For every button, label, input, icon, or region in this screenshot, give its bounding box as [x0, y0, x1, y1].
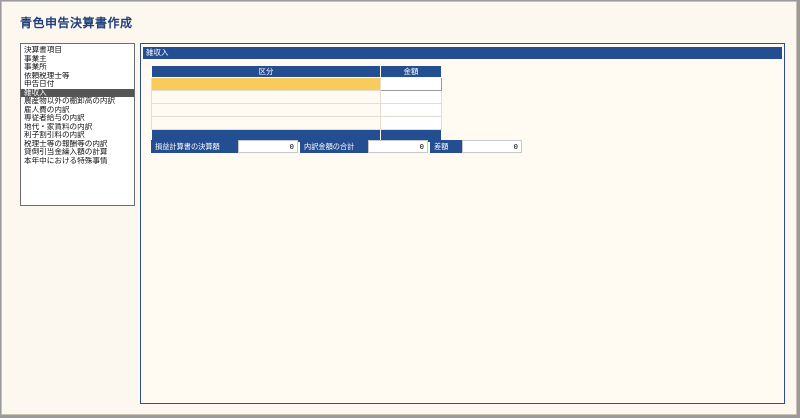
kingaku-cell[interactable] — [380, 103, 442, 117]
sidebar-item-rishi-waribiki[interactable]: 利子割引料の内訳 — [21, 131, 134, 140]
kubun-cell[interactable] — [151, 116, 381, 130]
income-table: 区分 金額 — [151, 65, 442, 143]
sidebar-item-kessansho-komoku[interactable]: 決算書項目 — [21, 46, 134, 55]
main-panel: 雑収入 区分 金額 損益計算書の決算額 0 内訳金額の合計 0 差額 0 — [140, 43, 785, 404]
sidebar-item-zeirishi-hoshu[interactable]: 税理士等の報酬等の内訳 — [21, 140, 134, 149]
table-row[interactable] — [151, 103, 442, 117]
kubun-cell[interactable] — [151, 103, 381, 117]
sidebar-item-tokushu-jijo[interactable]: 本年中における特殊事情 — [21, 157, 134, 166]
difference-label: 差額 — [430, 140, 462, 153]
kingaku-cell[interactable] — [380, 77, 442, 91]
column-header-kingaku: 金額 — [380, 65, 442, 78]
kubun-cell[interactable] — [151, 77, 381, 91]
breakdown-total-value: 0 — [368, 140, 428, 153]
kubun-cell[interactable] — [151, 90, 381, 104]
kingaku-cell[interactable] — [380, 116, 442, 130]
app-window: 青色申告決算書作成 決算書項目 事業主 事業所 依頼税理士等 申告日付 雑収入 … — [1, 1, 797, 415]
sidebar-item-kashidaore[interactable]: 貸倒引当金繰入額の計算 — [21, 148, 134, 157]
pl-amount-label: 損益計算書の決算額 — [151, 140, 238, 153]
sidebar-item-senjusha[interactable]: 専従者給与の内訳 — [21, 114, 134, 123]
sidebar-item-zatsushunyu[interactable]: 雑収入 — [21, 88, 134, 97]
sidebar-item-yatoinin[interactable]: 雇人費の内訳 — [21, 106, 134, 115]
sidebar-item-shinkoku-hizuke[interactable]: 申告日付 — [21, 80, 134, 89]
column-header-kubun: 区分 — [151, 65, 381, 78]
difference-value: 0 — [462, 140, 522, 153]
breakdown-total-group: 内訳金額の合計 0 — [300, 140, 428, 153]
table-row[interactable] — [151, 90, 442, 104]
section-title: 雑収入 — [143, 47, 782, 59]
breakdown-total-label: 内訳金額の合計 — [300, 140, 368, 153]
kingaku-cell[interactable] — [380, 90, 442, 104]
app-title: 青色申告決算書作成 — [20, 16, 133, 30]
table-row[interactable] — [151, 77, 442, 91]
table-row[interactable] — [151, 116, 442, 130]
sidebar-item-irai-zeirishi[interactable]: 依頼税理士等 — [21, 72, 134, 81]
pl-amount-value: 0 — [238, 140, 298, 153]
sidebar-item-chidai-yachin[interactable]: 地代・家賃料の内訳 — [21, 123, 134, 132]
sidebar-list[interactable]: 決算書項目 事業主 事業所 依頼税理士等 申告日付 雑収入 農産物以外の棚卸高の… — [20, 43, 135, 206]
pl-amount-group: 損益計算書の決算額 0 — [151, 140, 298, 153]
sidebar-item-jigyosho[interactable]: 事業所 — [21, 63, 134, 72]
sidebar-item-jigyonushi[interactable]: 事業主 — [21, 55, 134, 64]
difference-group: 差額 0 — [430, 140, 522, 153]
sidebar-item-tanaoroshi[interactable]: 農産物以外の棚卸高の内訳 — [21, 97, 134, 106]
